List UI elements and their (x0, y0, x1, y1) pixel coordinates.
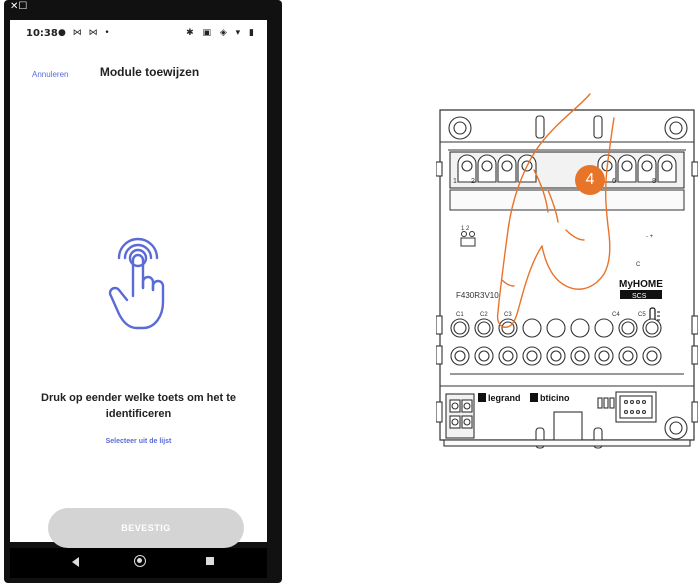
svg-text:legrand: legrand (488, 393, 521, 403)
recent-apps-icon[interactable] (206, 557, 214, 565)
svg-text:bticino: bticino (540, 393, 570, 403)
android-nav-bar (10, 548, 267, 578)
common-label: C (636, 262, 641, 268)
back-icon[interactable] (72, 557, 79, 567)
svg-text:1: 1 (453, 178, 457, 185)
svg-text:C5: C5 (638, 312, 646, 318)
model-label: F430R3V10 (456, 291, 499, 300)
notification-icons: ● ⋈ ⋈ • (58, 28, 112, 38)
svg-text:C3: C3 (504, 312, 512, 318)
instruction-text: Druk op eender welke toets om het te ide… (41, 392, 236, 420)
step-number-badge: 4 (575, 165, 605, 195)
svg-text:C2: C2 (480, 312, 488, 318)
svg-text:C4: C4 (612, 312, 620, 318)
jumper-label: 1 2 (461, 226, 470, 232)
svg-text:C1: C1 (456, 312, 464, 318)
close-edit-icon: ✕☐ (10, 1, 28, 12)
page-title: Module toewijzen (99, 65, 200, 79)
din-rail-module-illustration: 1 2 5 6 8 1 2 - + C MyHOME SCS F430R3V10… (436, 93, 698, 449)
select-from-list-link[interactable]: Selecteer uit de lijst (10, 438, 267, 445)
myhome-logo: MyHOME (619, 279, 663, 290)
system-status-icons: ✱ ▣ ◈ ▾ ▮ (186, 28, 257, 38)
top-terminal-block (436, 151, 698, 189)
confirm-button[interactable]: BEVESTIG (48, 508, 244, 548)
svg-text:6: 6 (612, 178, 616, 185)
scs-text: SCS (632, 293, 647, 300)
svg-text:8: 8 (652, 178, 656, 185)
status-bar: 10:38 ● ⋈ ⋈ • ✱ ▣ ◈ ▾ ▮ (10, 20, 267, 46)
polarity-label: - + (646, 234, 654, 240)
status-time: 10:38 (26, 28, 58, 39)
app-screen: 10:38 ● ⋈ ⋈ • ✱ ▣ ◈ ▾ ▮ Annuleren Module… (10, 20, 267, 548)
finger-touch-icon (108, 237, 165, 330)
home-icon[interactable] (134, 555, 146, 567)
svg-text:2: 2 (471, 178, 475, 185)
